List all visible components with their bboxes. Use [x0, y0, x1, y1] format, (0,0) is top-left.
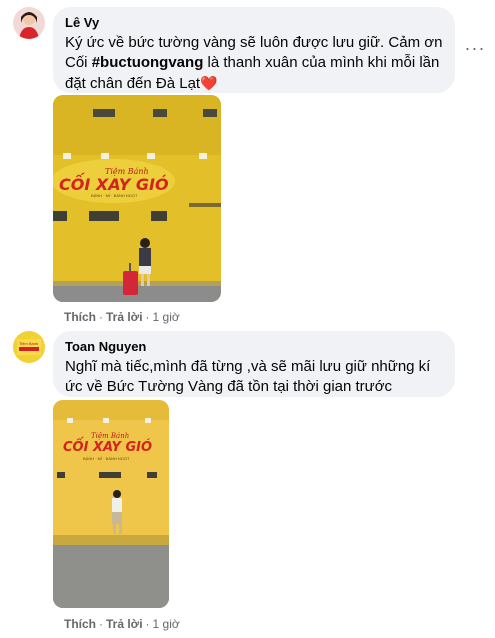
photo-image [53, 95, 221, 302]
avatar[interactable]: Tiệm Bánh [13, 331, 45, 363]
reply-button[interactable]: Trả lời [106, 310, 143, 324]
comment-text: Ký ức về bức tường vàng sẽ luôn được lưu… [65, 33, 443, 94]
sign-line3: BÁNH · MÌ · BÁNH NGỌT [91, 193, 138, 198]
separator: · [99, 617, 103, 631]
comment-author[interactable]: Toan Nguyen [65, 339, 443, 355]
comment-actions: Thích · Trả lời · 1 giờ [64, 309, 180, 325]
separator: · [145, 617, 150, 631]
hashtag-link[interactable]: #buctuongvang [92, 54, 204, 71]
separator: · [145, 310, 150, 324]
sign-line2: CỐI XAY GIÓ [59, 175, 169, 194]
comment-actions: Thích · Trả lời · 1 giờ [64, 616, 180, 632]
sign-line2: CỐI XAY GIÓ [63, 440, 153, 455]
sign-line3: BÁNH · MÌ · BÁNH NGỌT [83, 456, 130, 461]
more-options-button[interactable]: ··· [461, 34, 489, 62]
avatar-logo-text: Tiệm Bánh [19, 341, 39, 346]
heart-emoji: ❤️ [200, 75, 218, 91]
like-button[interactable]: Thích [64, 617, 96, 631]
avatar-logo [13, 331, 45, 363]
comment-bubble: Lê Vy Ký ức về bức tường vàng sẽ luôn đư… [53, 7, 455, 93]
avatar[interactable] [13, 7, 45, 39]
sign-line1: Tiệm Bánh [91, 432, 130, 440]
comment-photo[interactable]: Tiệm Bánh CỐI XAY GIÓ BÁNH · MÌ · BÁNH N… [53, 95, 221, 302]
comment-bubble: Toan Nguyen Nghĩ mà tiếc,mình đã từng ,v… [53, 331, 455, 397]
timestamp[interactable]: 1 giờ [153, 617, 180, 631]
like-button[interactable]: Thích [64, 310, 96, 324]
avatar-photo [13, 7, 45, 39]
comment-text: Nghĩ mà tiếc,mình đã từng ,và sẽ mãi lưu… [65, 358, 431, 395]
comment-photo[interactable]: Tiệm Bánh CỐI XAY GIÓ BÁNH · MÌ · BÁNH N… [53, 400, 169, 608]
separator: · [99, 310, 103, 324]
comment-author[interactable]: Lê Vy [65, 15, 443, 31]
reply-button[interactable]: Trả lời [106, 617, 143, 631]
timestamp[interactable]: 1 giờ [153, 310, 180, 324]
